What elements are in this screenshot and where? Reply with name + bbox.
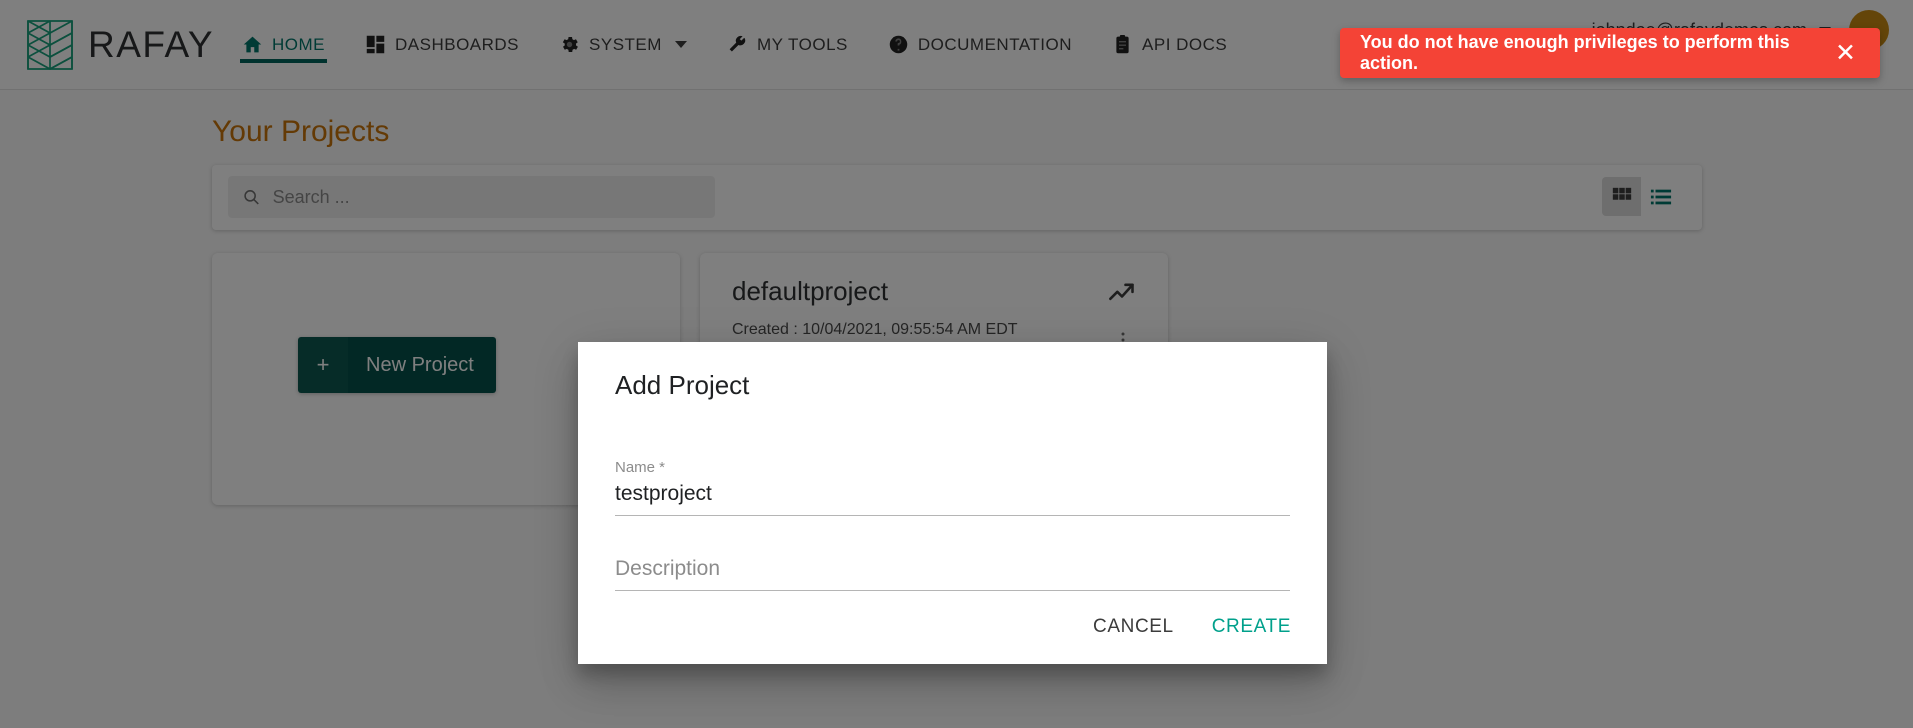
name-field-group: Name *: [615, 459, 1290, 516]
error-toast: You do not have enough privileges to per…: [1340, 28, 1880, 78]
toast-message: You do not have enough privileges to per…: [1360, 32, 1790, 73]
cancel-button[interactable]: CANCEL: [1087, 608, 1180, 646]
close-icon[interactable]: ✕: [1829, 39, 1862, 68]
dialog-title: Add Project: [615, 370, 750, 400]
dialog-actions: CANCEL CREATE: [1087, 608, 1297, 646]
description-field-group: [615, 555, 1290, 591]
name-field-label: Name *: [615, 459, 666, 476]
add-project-dialog: Add Project Name * CANCEL CREATE: [578, 342, 1327, 664]
description-input[interactable]: [615, 555, 1290, 591]
create-button[interactable]: CREATE: [1206, 608, 1297, 646]
name-input[interactable]: [615, 480, 1290, 516]
